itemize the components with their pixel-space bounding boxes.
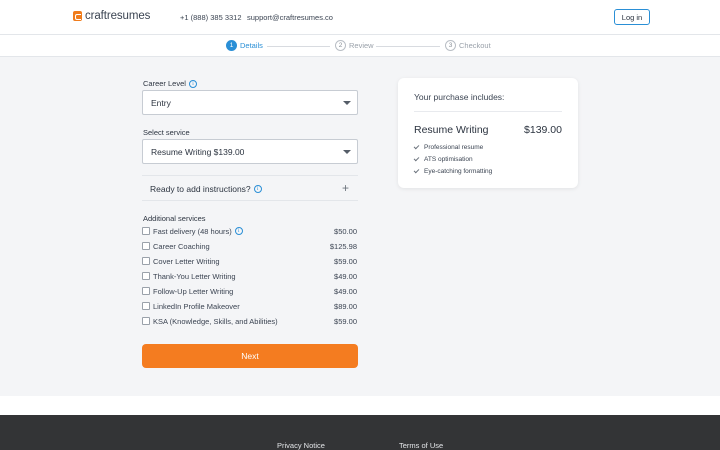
check-icon: [413, 143, 420, 150]
divider: [414, 111, 562, 112]
service-label: Select service: [143, 128, 190, 137]
service-option-price: $59.00: [334, 316, 357, 326]
service-option-row[interactable]: LinkedIn Profile Makeover $89.00: [142, 300, 358, 312]
feature-text: ATS optimisation: [424, 156, 473, 163]
service-option-price: $125.98: [329, 241, 357, 251]
step-number: 3: [445, 40, 456, 51]
service-checkbox[interactable]: [142, 242, 150, 250]
next-button[interactable]: Next: [142, 344, 358, 368]
service-select[interactable]: Resume Writing $139.00: [142, 139, 358, 164]
step-number: 2: [335, 40, 346, 51]
service-option-row[interactable]: Thank-You Letter Writing $49.00: [142, 270, 358, 282]
service-label-text: Select service: [143, 128, 190, 137]
service-option-name: Career Coaching: [153, 241, 210, 251]
phone-link[interactable]: +1 (888) 385 3312: [180, 13, 242, 22]
site-header: craftresumes +1 (888) 385 3312 support@c…: [0, 0, 720, 35]
instructions-toggle[interactable]: Ready to add instructions? i +: [142, 175, 358, 201]
service-option-row[interactable]: KSA (Knowledge, Skills, and Abilities) $…: [142, 315, 358, 327]
service-value: Resume Writing $139.00: [151, 146, 245, 157]
chevron-down-icon: [343, 101, 351, 105]
service-option-name: Fast delivery (48 hours) i: [153, 227, 243, 236]
plus-icon[interactable]: +: [342, 182, 349, 194]
step-connector: [267, 46, 330, 47]
service-checkbox[interactable]: [142, 302, 150, 310]
service-checkbox[interactable]: [142, 272, 150, 280]
feature-text: Eye-catching formatting: [424, 168, 493, 175]
terms-of-use-link[interactable]: Terms of Use: [399, 441, 443, 450]
instructions-label-text: Ready to add instructions?: [150, 184, 251, 194]
service-option-row[interactable]: Career Coaching $125.98: [142, 240, 358, 252]
step-label: Review: [349, 41, 374, 50]
service-option-name-text: Fast delivery (48 hours): [153, 226, 232, 236]
service-option-price: $50.00: [334, 226, 357, 236]
service-checkbox[interactable]: [142, 287, 150, 295]
service-option-row[interactable]: Fast delivery (48 hours) i $50.00: [142, 225, 358, 237]
feature-item: Eye-catching formatting: [413, 167, 493, 175]
step-number: 1: [226, 40, 237, 51]
checkout-steps: 1 Details 2 Review 3 Checkout: [0, 35, 720, 57]
product-price: $139.00: [524, 124, 562, 136]
logo-icon: [73, 11, 82, 21]
service-option-name: Follow-Up Letter Writing: [153, 286, 234, 296]
service-option-price: $49.00: [334, 271, 357, 281]
service-option-name: Cover Letter Writing: [153, 256, 220, 266]
service-option-name: KSA (Knowledge, Skills, and Abilities): [153, 316, 278, 326]
instructions-label: Ready to add instructions? i: [150, 184, 262, 194]
check-icon: [413, 167, 420, 174]
career-level-select[interactable]: Entry: [142, 90, 358, 115]
step-label: Checkout: [459, 41, 491, 50]
service-option-row[interactable]: Cover Letter Writing $59.00: [142, 255, 358, 267]
service-option-price: $49.00: [334, 286, 357, 296]
additional-services-title: Additional services: [143, 214, 206, 223]
service-checkbox[interactable]: [142, 317, 150, 325]
step-details: 1 Details: [226, 40, 263, 51]
logo[interactable]: craftresumes: [73, 10, 150, 22]
info-icon[interactable]: i: [253, 185, 262, 193]
service-option-name: LinkedIn Profile Makeover: [153, 301, 240, 311]
step-label: Details: [240, 41, 263, 50]
service-option-price: $89.00: [334, 301, 357, 311]
service-checkbox[interactable]: [142, 227, 150, 235]
summary-title: Your purchase includes:: [414, 92, 505, 102]
feature-text: Professional resume: [424, 144, 484, 151]
info-icon[interactable]: i: [188, 79, 197, 88]
privacy-notice-link[interactable]: Privacy Notice: [277, 441, 325, 450]
feature-item: ATS optimisation: [413, 155, 473, 163]
career-level-label-text: Career Level: [143, 79, 186, 88]
product-name: Resume Writing: [414, 124, 489, 136]
login-button[interactable]: Log in: [614, 9, 650, 25]
info-icon[interactable]: i: [234, 227, 243, 235]
service-option-name: Thank-You Letter Writing: [153, 271, 236, 281]
page-bottom-spacer: [0, 396, 720, 415]
chevron-down-icon: [343, 150, 351, 154]
service-checkbox[interactable]: [142, 257, 150, 265]
feature-item: Professional resume: [413, 143, 484, 151]
email-link[interactable]: support@craftresumes.co: [247, 13, 333, 22]
service-option-price: $59.00: [334, 256, 357, 266]
service-option-row[interactable]: Follow-Up Letter Writing $49.00: [142, 285, 358, 297]
career-level-label: Career Level i: [143, 79, 197, 88]
career-level-value: Entry: [151, 97, 171, 108]
step-checkout: 3 Checkout: [445, 40, 491, 51]
check-icon: [413, 155, 420, 162]
step-review: 2 Review: [335, 40, 374, 51]
logo-text: craftresumes: [85, 10, 151, 22]
site-footer: Privacy Notice Terms of Use: [0, 415, 720, 450]
step-connector: [376, 46, 440, 47]
purchase-summary-card: Your purchase includes: Resume Writing $…: [398, 78, 578, 188]
